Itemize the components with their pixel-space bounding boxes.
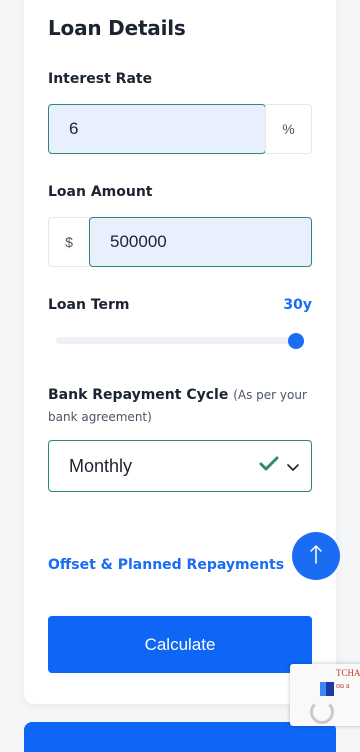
loan-term-value: 30y	[283, 297, 312, 313]
chevron-down-icon	[287, 456, 299, 477]
repayment-cycle-value: Monthly	[69, 455, 133, 476]
section-title: Loan Details	[48, 16, 186, 40]
recaptcha-subtext: ou a	[336, 681, 350, 690]
calculate-button[interactable]: Calculate	[48, 616, 312, 673]
loan-term-label: Loan Term	[48, 297, 130, 313]
percent-suffix: %	[265, 104, 312, 154]
loan-term-slider-track[interactable]	[56, 337, 296, 344]
recaptcha-logo	[326, 682, 334, 696]
interest-rate-label: Interest Rate	[48, 71, 153, 87]
repayment-cycle-title: Bank Repayment Cycle	[48, 387, 229, 403]
interest-rate-input[interactable]: 6	[48, 104, 266, 154]
recaptcha-loader-icon	[310, 700, 334, 724]
repayment-cycle-select[interactable]: Monthly	[48, 440, 312, 492]
arrow-up-icon	[309, 544, 323, 568]
loan-term-slider-thumb[interactable]	[288, 333, 304, 349]
loan-amount-label: Loan Amount	[48, 184, 153, 200]
offset-planned-repayments-link[interactable]: Offset & Planned Repayments	[48, 557, 284, 573]
recaptcha-badge[interactable]: TCHA ou a	[290, 664, 360, 726]
check-icon	[259, 456, 279, 477]
scroll-to-top-button[interactable]	[292, 532, 340, 580]
bottom-blue-bar	[24, 722, 336, 752]
recaptcha-text: TCHA	[336, 668, 360, 678]
repayment-cycle-label: Bank Repayment Cycle (As per your bank a…	[48, 384, 318, 428]
loan-amount-input[interactable]: 500000	[89, 217, 312, 267]
dollar-prefix: $	[48, 217, 90, 267]
